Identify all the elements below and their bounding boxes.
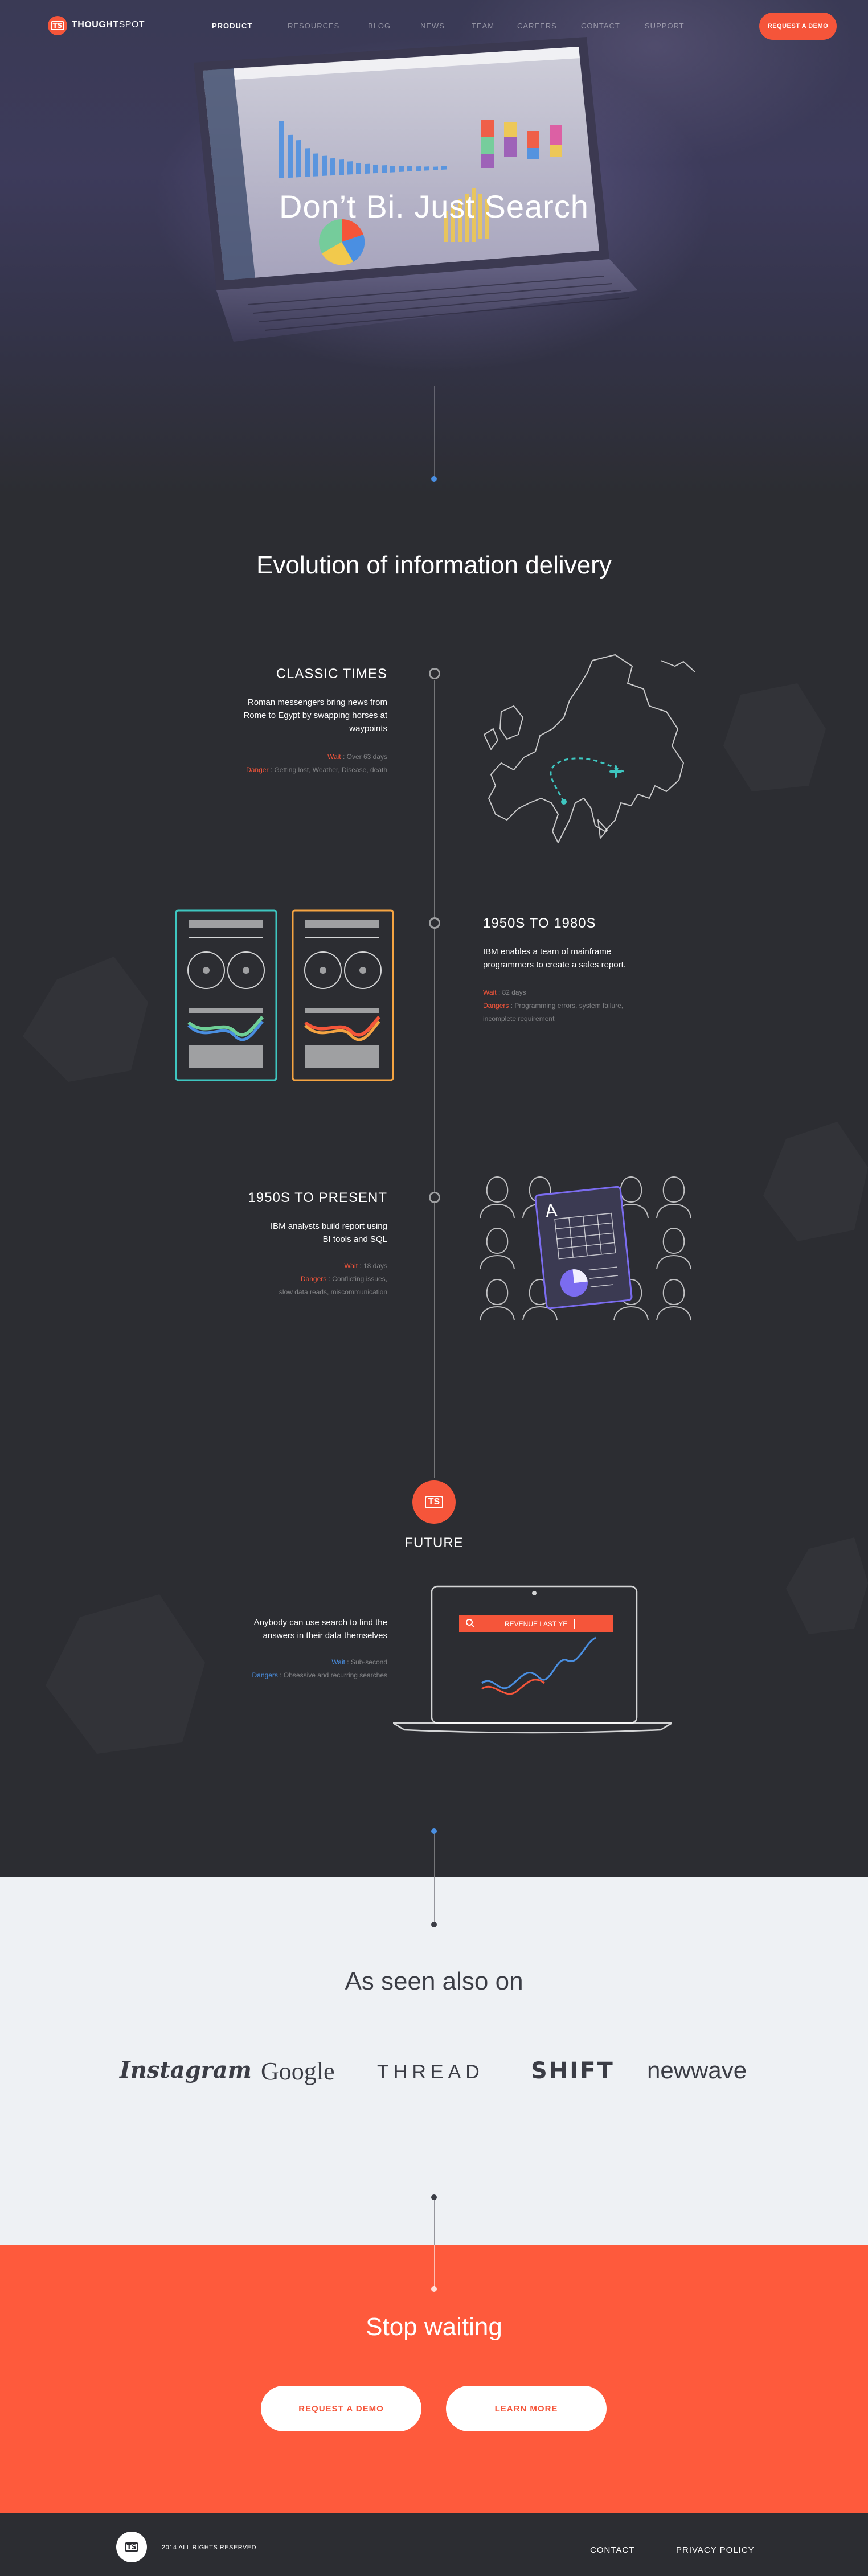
- desc-line: Roman messengers bring news from: [247, 698, 387, 707]
- press-bottom-dot: [431, 2194, 437, 2200]
- danger-line: Danger : Getting lost, Weather, Disease,…: [159, 764, 387, 777]
- danger-line: Dangers : Conflicting issues,: [159, 1273, 387, 1286]
- desc-line: IBM enables a team of mainframe: [483, 947, 612, 957]
- nav-item-blog[interactable]: BLOG: [368, 22, 391, 30]
- danger-value-2: slow data reads, miscommunication: [279, 1288, 387, 1296]
- era-classic-meta: Wait : Over 63 days Danger : Getting los…: [159, 750, 387, 777]
- hero-connector-line: [434, 386, 435, 477]
- press-connector-dot: [431, 1922, 437, 1927]
- wait-value: : 18 days: [357, 1262, 387, 1270]
- cta-title: Stop waiting: [366, 2313, 502, 2341]
- desc-line: waypoints: [349, 724, 387, 733]
- era-bi-meta: Wait : 18 days Dangers : Conflicting iss…: [159, 1260, 387, 1299]
- copyright-text: 2014 ALL RIGHTS RESERVED: [162, 2544, 257, 2551]
- footer-link-privacy-policy[interactable]: PRIVACY POLICY: [676, 2545, 755, 2555]
- request-demo-cta-button[interactable]: REQUEST A DEMO: [261, 2386, 421, 2431]
- laptop-search-illustration: REVENUE LAST YE: [393, 1585, 672, 1734]
- report-letter: A: [544, 1201, 559, 1222]
- connector-dot-blue: [431, 1828, 437, 1834]
- learn-more-button[interactable]: LEARN MORE: [446, 2386, 607, 2431]
- footer-logo-text: TS: [124, 2542, 139, 2552]
- europe-map-illustration: [484, 654, 695, 843]
- danger-label: Dangers: [252, 1671, 278, 1679]
- hero-title: Don’t Bi. Just Search: [279, 188, 589, 224]
- wait-label: Wait: [483, 988, 497, 996]
- era-mainframe-title: 1950s TO 1980s: [483, 916, 596, 931]
- desc-line: programmers to create a sales report.: [483, 960, 626, 970]
- hero-connector-dot: [431, 476, 437, 482]
- nav-item-product[interactable]: PRODUCT: [212, 22, 252, 30]
- era-classic-title: CLASSIC TIMES: [276, 666, 387, 682]
- brand-thin: SPOT: [118, 20, 145, 30]
- nav-item-support[interactable]: SUPPORT: [645, 22, 685, 30]
- press-title: As seen also on: [345, 1967, 523, 1995]
- timeline-node-bi: [429, 1192, 440, 1203]
- nav-item-news[interactable]: NEWS: [420, 22, 445, 30]
- wait-value: : Sub-second: [345, 1658, 387, 1666]
- search-query-text: REVENUE LAST YE: [505, 1620, 567, 1628]
- wait-line: Wait : Over 63 days: [159, 750, 387, 764]
- desc-line: Rome to Egypt by swapping horses at: [243, 711, 387, 720]
- danger-label: Dangers: [300, 1275, 327, 1283]
- timeline-line: [434, 680, 435, 1478]
- danger-value-2: incomplete requirement: [483, 1015, 555, 1023]
- mainframe-computers-illustration: [175, 909, 394, 1081]
- cta-connector-dot: [431, 2286, 437, 2292]
- era-mainframe-meta: Wait : 82 days Dangers : Programming err…: [483, 986, 722, 1026]
- danger-label: Dangers: [483, 1002, 509, 1010]
- era-bi-title: 1950s TO PRESENT: [248, 1190, 387, 1205]
- era-future-title: FUTURE: [404, 1535, 464, 1550]
- press-logo-shift[interactable]: SHIFT: [531, 2058, 615, 2084]
- press-connector-line: [434, 1877, 435, 1926]
- nav-item-team[interactable]: TEAM: [472, 22, 494, 30]
- wait-value: : Over 63 days: [341, 753, 387, 761]
- footer-link-contact[interactable]: CONTACT: [590, 2545, 634, 2555]
- wait-label: Wait: [344, 1262, 358, 1270]
- era-future-meta: Wait : Sub-second Dangers : Obsessive an…: [159, 1656, 387, 1682]
- danger-value: : Getting lost, Weather, Disease, death: [268, 766, 387, 774]
- danger-line: Dangers : Programming errors, system fai…: [483, 999, 722, 1012]
- wait-value: : 82 days: [496, 988, 526, 996]
- danger-line: Dangers : Obsessive and recurring search…: [159, 1669, 387, 1682]
- desc-line: answers in their data themselves: [263, 1631, 387, 1640]
- era-classic-description: Roman messengers bring news from Rome to…: [159, 696, 387, 735]
- desc-line: Anybody can use search to find the: [253, 1618, 387, 1627]
- footer-logo-icon[interactable]: TS: [116, 2532, 147, 2562]
- nav-item-resources[interactable]: RESOURCES: [288, 22, 339, 30]
- future-badge-text: TS: [424, 1496, 444, 1508]
- press-logo-instagram[interactable]: Instagram: [120, 2057, 252, 2083]
- bi-report-people-illustration: A: [480, 1176, 691, 1321]
- brand-name[interactable]: THOUGHTSPOT: [72, 20, 145, 30]
- timeline-node-classic: [429, 668, 440, 679]
- danger-value: : Programming errors, system failure,: [509, 1002, 624, 1010]
- wait-line: Wait : Sub-second: [159, 1656, 387, 1669]
- desc-line: BI tools and SQL: [322, 1234, 387, 1244]
- nav-item-careers[interactable]: CAREERS: [517, 22, 557, 30]
- request-demo-button[interactable]: REQUEST A DEMO: [759, 13, 837, 40]
- press-logo-google[interactable]: Google: [261, 2057, 335, 2086]
- timeline-node-mainframe: [429, 917, 440, 929]
- era-mainframe-description: IBM enables a team of mainframe programm…: [483, 945, 722, 971]
- thoughtspot-logo-icon[interactable]: TS: [48, 16, 67, 35]
- future-badge-logo-icon: TS: [412, 1480, 456, 1524]
- era-bi-description: IBM analysts build report using BI tools…: [159, 1220, 387, 1246]
- wait-label: Wait: [331, 1658, 345, 1666]
- nav-item-contact[interactable]: CONTACT: [581, 22, 620, 30]
- press-logo-newwave[interactable]: newwave: [647, 2057, 747, 2084]
- wait-line: Wait : 18 days: [159, 1260, 387, 1273]
- era-future-description: Anybody can use search to find the answe…: [159, 1616, 387, 1642]
- danger-value: : Obsessive and recurring searches: [277, 1671, 387, 1679]
- cta-connector-line: [434, 2245, 435, 2287]
- logo-text: TS: [50, 21, 65, 30]
- wait-line: Wait : 82 days: [483, 986, 722, 999]
- wait-label: Wait: [327, 753, 341, 761]
- press-logo-thread[interactable]: THREAD: [377, 2061, 484, 2083]
- danger-value: : Conflicting issues,: [326, 1275, 387, 1283]
- evolution-title: Evolution of information delivery: [256, 551, 612, 579]
- brand-bold: THOUGHT: [72, 20, 119, 30]
- danger-label: Danger: [246, 766, 269, 774]
- desc-line: IBM analysts build report using: [270, 1221, 387, 1231]
- top-navigation: TS THOUGHTSPOT PRODUCT RESOURCES BLOG NE…: [0, 0, 868, 51]
